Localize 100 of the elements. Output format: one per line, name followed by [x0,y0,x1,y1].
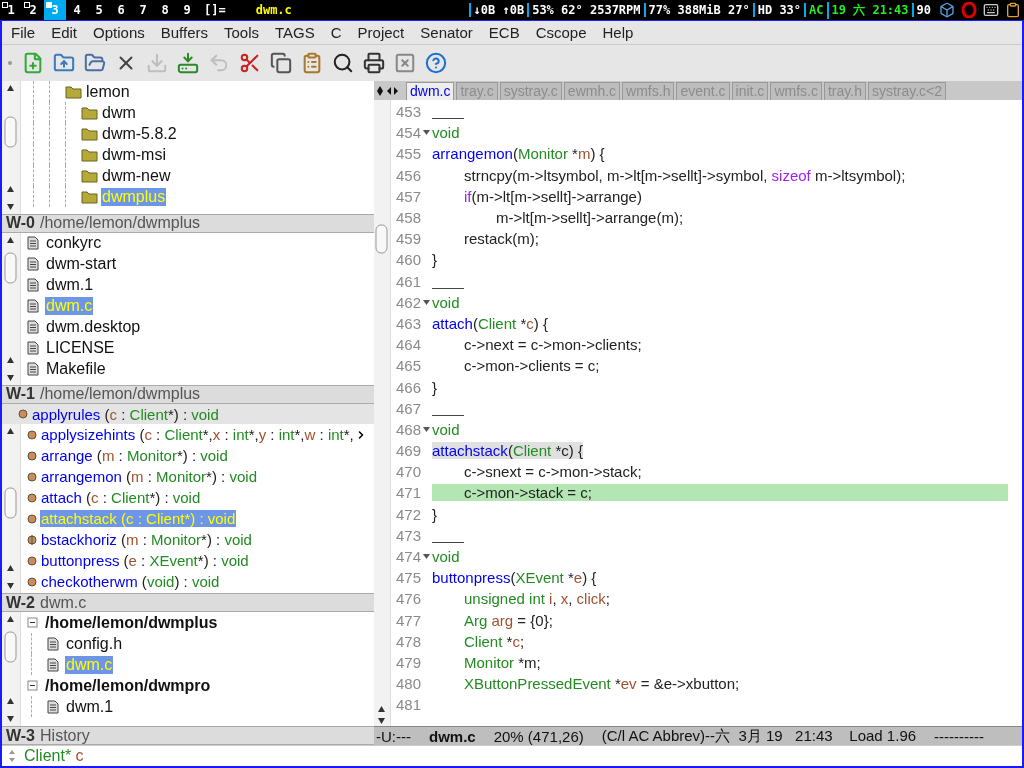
drive-download-button[interactable] [176,50,200,76]
code-line: m->lt[m->sellt]->arrange(m); [495,209,684,227]
folder-icon [81,189,98,204]
new-file-icon [22,52,44,74]
menu-item[interactable]: ECB [480,24,528,41]
fold-icon[interactable] [423,554,430,560]
fold-icon[interactable] [423,299,430,305]
fold-icon[interactable] [423,426,430,432]
tree-item[interactable]: dwm-msi [101,145,167,164]
window-id: W-3 [6,726,35,745]
dot-icon [27,577,37,587]
help-button[interactable] [424,50,448,76]
line-number: 466 [394,378,421,396]
menu-item[interactable]: Project [349,24,413,41]
code-line: } [432,505,437,523]
line-number: 462 [394,293,421,311]
code-line: if(m->lt[m->sellt]->arrange) [463,187,642,205]
collapse-icon[interactable] [27,617,38,629]
tree-item[interactable]: dwm-new [101,166,172,185]
layout-symbol[interactable]: []= [204,3,226,17]
tree-item[interactable]: dwm [101,103,137,122]
menu-item[interactable]: C [322,24,350,41]
method-item[interactable]: attach (c : Client*) : void [40,489,202,507]
folder-icon [65,84,82,99]
status-text: AC [804,3,827,17]
undo-icon [208,52,230,74]
menu-item[interactable]: Buffers [152,24,216,41]
line-number: 453 [394,103,421,121]
method-item[interactable]: arrangemon (m : Monitor*) : void [40,468,258,486]
folder-icon [81,105,98,120]
history-group[interactable]: /home/lemon/dwmplus [44,613,219,632]
code-line: c->next = c->mon->clients; [463,336,642,354]
code-line: void [432,548,460,566]
history-group[interactable]: /home/lemon/dwmpro [44,676,212,695]
history-item[interactable]: config.h [65,634,124,653]
window-path: /home/lemon/dwmplus [40,214,201,233]
menu-item[interactable]: Senator [412,24,481,41]
menu-item[interactable]: Cscope [527,24,595,41]
code-line: void [432,420,460,438]
line-number: 456 [394,166,421,184]
source-item[interactable]: dwm.1 [45,276,95,295]
line-number: 467 [394,399,421,417]
dot-icon [27,430,37,440]
help-icon [425,52,447,74]
folder-icon [81,168,98,183]
menu-item[interactable]: File [3,24,44,41]
copy-button[interactable] [269,50,293,76]
file-icon [27,257,39,272]
file-icon [27,320,39,335]
line-number: 454 [394,124,421,142]
collapse-icon[interactable] [27,680,38,692]
line-number: 481 [394,696,421,714]
status-text: 77% 388MiB 27° [643,3,753,17]
printer-button[interactable] [362,50,386,76]
line-number: 470 [394,463,421,481]
menu-item[interactable]: Tools [216,24,267,41]
code-line: } [432,251,437,269]
split-dot-icon [27,535,37,545]
drive-download-icon [177,52,199,74]
line-number: 478 [394,632,421,650]
history-item[interactable]: dwm.1 [65,697,115,716]
source-item[interactable]: Makefile [45,360,107,379]
method-item[interactable]: buttonpress (e : XEvent*) : void [40,552,250,570]
line-number: 480 [394,675,421,693]
line-number: 476 [394,590,421,608]
line-number: 469 [394,442,421,460]
code-line: unsigned int i, x, click; [463,590,610,608]
method-item[interactable]: applysizehints (c : Client*,x : int*,y : int*,w : int*, [40,426,355,444]
source-item[interactable]: dwm.desktop [45,318,142,337]
source-item[interactable]: conkyrc [45,234,103,253]
line-number: 457 [394,187,421,205]
window-id: W-0 [6,214,35,233]
code-line: arrangemon(Monitor *m) { [432,145,605,163]
menu-item[interactable]: Options [85,24,153,41]
search-icon [332,52,354,74]
tree-item[interactable]: lemon [85,82,131,101]
code-line: XButtonPressedEvent *ev = &e->xbutton; [463,675,740,693]
method-item[interactable]: checkotherwm (void) : void [40,573,221,591]
menu-item[interactable]: Edit [43,24,86,41]
mode-line-text: dwm.c [429,727,476,745]
fold-icon[interactable] [423,130,430,136]
file-tab[interactable]: dwm.c [406,81,455,100]
window-id: W-2 [6,593,35,612]
tree-item[interactable]: dwm-5.8.2 [101,124,178,143]
code-line: } [432,378,437,396]
dot-icon [27,493,37,503]
menu-item[interactable]: TAGS [267,24,323,41]
paste-icon [301,52,323,74]
method-item[interactable]: bstackhoriz (m : Monitor*) : void [40,531,253,549]
folder-icon [81,147,98,162]
code-line: c->mon->clients = c; [463,357,600,375]
line-number: 474 [394,548,421,566]
window-path: dwm.c [40,593,87,612]
line-number: 473 [394,526,421,544]
method-item[interactable]: arrange (m : Monitor*) : void [40,447,229,465]
code-line: buttonpress(XEvent *e) { [432,569,597,587]
source-item[interactable]: LICENSE [45,339,116,358]
mode-line-text: 20% (471,26) [493,727,584,745]
source-item[interactable]: dwm-start [45,255,118,274]
menu-item[interactable]: Help [594,24,642,41]
